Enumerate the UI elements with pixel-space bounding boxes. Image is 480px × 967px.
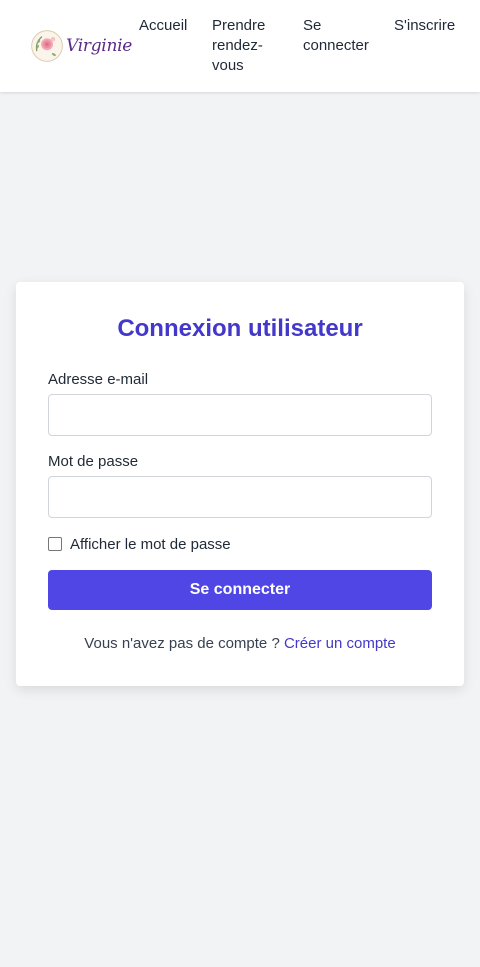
show-password-checkbox[interactable] bbox=[48, 537, 62, 551]
password-label: Mot de passe bbox=[48, 453, 139, 470]
email-label: Adresse e-mail bbox=[48, 371, 149, 388]
nav-link-prendre-rendez-vous[interactable]: Prendre rendez-vous bbox=[212, 16, 274, 76]
site-header: Virginie Accueil Prendre rendez-vous Se … bbox=[0, 0, 480, 92]
page-title: Connexion utilisateur bbox=[117, 315, 363, 342]
no-account-text: Vous n'avez pas de compte ? bbox=[84, 635, 280, 652]
show-password-row: Afficher le mot de passe bbox=[48, 536, 231, 553]
create-account-link[interactable]: Créer un compte bbox=[284, 635, 396, 652]
nav-link-s-inscrire[interactable]: S'inscrire bbox=[394, 16, 464, 36]
flower-wreath-icon bbox=[31, 30, 63, 62]
nav-link-se-connecter[interactable]: Se connecter bbox=[303, 16, 383, 56]
brand-name: Virginie bbox=[66, 36, 132, 56]
nav-link-accueil[interactable]: Accueil bbox=[139, 16, 199, 36]
login-card: Connexion utilisateur Adresse e-mail Mot… bbox=[16, 282, 464, 686]
password-field[interactable] bbox=[48, 476, 432, 518]
logo[interactable]: Virginie bbox=[30, 24, 132, 68]
show-password-label[interactable]: Afficher le mot de passe bbox=[70, 536, 231, 553]
signup-prompt: Vous n'avez pas de compte ? Créer un com… bbox=[16, 635, 464, 652]
email-field[interactable] bbox=[48, 394, 432, 436]
login-button[interactable]: Se connecter bbox=[48, 570, 432, 610]
